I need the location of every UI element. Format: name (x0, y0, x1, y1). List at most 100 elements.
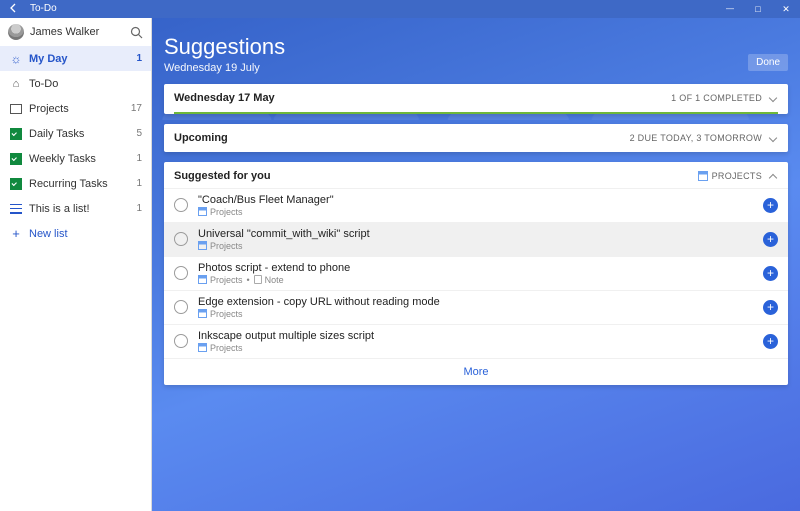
sidebar-item-weekly[interactable]: Weekly Tasks1 (0, 146, 151, 171)
sidebar-item-count: 1 (136, 178, 142, 189)
minimize-button[interactable] (716, 0, 744, 19)
sidebar-item-todo[interactable]: ⌂ To-Do (0, 71, 151, 96)
sidebar-item-count: 1 (136, 203, 142, 214)
task-checkbox[interactable] (174, 232, 188, 246)
add-to-myday-button[interactable]: + (763, 198, 778, 213)
sidebar-item-daily[interactable]: Daily Tasks5 (0, 121, 151, 146)
task-row[interactable]: Edge extension - copy URL without readin… (164, 290, 788, 324)
sidebar-item-recur[interactable]: Recurring Tasks1 (0, 171, 151, 196)
done-button[interactable]: Done (748, 54, 788, 71)
search-icon[interactable] (130, 26, 143, 39)
page-header: Suggestions Wednesday 19 July Done (164, 34, 788, 74)
task-title: Photos script - extend to phone (198, 262, 763, 274)
sidebar-item-label: Weekly Tasks (29, 153, 136, 165)
task-project: Projects (210, 207, 243, 217)
add-to-myday-button[interactable]: + (763, 300, 778, 315)
task-title: Universal "commit_with_wiki" script (198, 228, 763, 240)
section-upcoming: Upcoming 2 DUE TODAY, 3 TOMORROW (164, 124, 788, 152)
task-body: Edge extension - copy URL without readin… (198, 296, 763, 319)
projects-icon (198, 343, 207, 352)
window-controls (716, 0, 800, 19)
chevron-up-icon (768, 171, 778, 181)
sidebar-item-myday[interactable]: ☼ My Day1 (0, 46, 151, 71)
new-list-button[interactable]: + New list (0, 221, 151, 247)
task-body: Photos script - extend to phoneProjects•… (198, 262, 763, 285)
sidebar-item-count: 17 (131, 103, 142, 114)
maximize-button[interactable] (744, 0, 772, 19)
task-title: "Coach/Bus Fleet Manager" (198, 194, 763, 206)
sidebar-item-label: This is a list! (29, 203, 136, 215)
list-icon (9, 202, 23, 216)
projects-icon (198, 241, 207, 250)
chevron-down-icon (768, 133, 778, 143)
close-button[interactable] (772, 0, 800, 19)
sidebar-item-label: Recurring Tasks (29, 178, 136, 190)
back-button[interactable] (0, 2, 28, 17)
task-row[interactable]: "Coach/Bus Fleet Manager"Projects+ (164, 188, 788, 222)
section-completed-title: Wednesday 17 May (174, 92, 671, 104)
task-project: Projects (210, 343, 243, 353)
projects-icon (698, 171, 708, 181)
sidebar-item-label: My Day (29, 53, 136, 65)
task-title: Inkscape output multiple sizes script (198, 330, 763, 342)
task-checkbox[interactable] (174, 300, 188, 314)
sun-icon: ☼ (9, 52, 23, 66)
check-icon (9, 177, 23, 191)
titlebar: To-Do (0, 0, 800, 18)
add-to-myday-button[interactable]: + (763, 232, 778, 247)
section-suggested-tag[interactable]: PROJECTS (698, 171, 762, 181)
task-list: "Coach/Bus Fleet Manager"Projects+Univer… (164, 188, 788, 358)
task-title: Edge extension - copy URL without readin… (198, 296, 763, 308)
sidebar-item-label: Daily Tasks (29, 128, 136, 140)
page-title: Suggestions (164, 34, 748, 60)
section-suggested-header[interactable]: Suggested for you PROJECTS (164, 162, 788, 188)
home-icon: ⌂ (9, 77, 23, 91)
task-note-label: Note (265, 275, 284, 285)
nav-list: ☼My Day1⌂To-DoProjects17Daily Tasks5Week… (0, 46, 151, 221)
task-meta: Projects (198, 207, 763, 217)
task-meta: Projects•Note (198, 275, 763, 285)
task-row[interactable]: Photos script - extend to phoneProjects•… (164, 256, 788, 290)
check-icon (9, 127, 23, 141)
more-button[interactable]: More (164, 358, 788, 385)
content-area: Suggestions Wednesday 19 July Done Wedne… (152, 18, 800, 511)
window-title: To-Do (28, 3, 716, 15)
section-completed: Wednesday 17 May 1 OF 1 COMPLETED (164, 84, 788, 114)
task-checkbox[interactable] (174, 198, 188, 212)
section-suggested-tag-label: PROJECTS (712, 171, 762, 181)
task-body: "Coach/Bus Fleet Manager"Projects (198, 194, 763, 217)
section-suggested: Suggested for you PROJECTS "Coach/Bus Fl… (164, 162, 788, 385)
user-name[interactable]: James Walker (30, 26, 130, 38)
add-to-myday-button[interactable]: + (763, 266, 778, 281)
sidebar: James Walker ☼My Day1⌂To-DoProjects17Dai… (0, 18, 152, 511)
task-body: Universal "commit_with_wiki" scriptProje… (198, 228, 763, 251)
sidebar-item-list1[interactable]: This is a list!1 (0, 196, 151, 221)
task-row[interactable]: Inkscape output multiple sizes scriptPro… (164, 324, 788, 358)
section-completed-header[interactable]: Wednesday 17 May 1 OF 1 COMPLETED (164, 84, 788, 112)
folder-icon (9, 102, 23, 116)
new-list-label: New list (29, 228, 68, 240)
section-completed-meta: 1 OF 1 COMPLETED (671, 93, 762, 103)
task-row[interactable]: Universal "commit_with_wiki" scriptProje… (164, 222, 788, 256)
task-meta: Projects (198, 309, 763, 319)
task-checkbox[interactable] (174, 334, 188, 348)
chevron-down-icon (768, 93, 778, 103)
section-upcoming-meta: 2 DUE TODAY, 3 TOMORROW (630, 133, 762, 143)
add-to-myday-button[interactable]: + (763, 334, 778, 349)
projects-icon (198, 207, 207, 216)
section-suggested-title: Suggested for you (174, 170, 698, 182)
task-project: Projects (210, 241, 243, 251)
task-project: Projects (210, 275, 243, 285)
sidebar-header: James Walker (0, 18, 151, 46)
section-upcoming-header[interactable]: Upcoming 2 DUE TODAY, 3 TOMORROW (164, 124, 788, 152)
avatar[interactable] (8, 24, 24, 40)
task-project: Projects (210, 309, 243, 319)
task-body: Inkscape output multiple sizes scriptPro… (198, 330, 763, 353)
sidebar-item-label: Projects (29, 103, 131, 115)
sidebar-item-count: 1 (136, 53, 142, 64)
sidebar-item-projects[interactable]: Projects17 (0, 96, 151, 121)
projects-icon (198, 309, 207, 318)
task-meta: Projects (198, 343, 763, 353)
sidebar-item-label: To-Do (29, 78, 142, 90)
task-checkbox[interactable] (174, 266, 188, 280)
